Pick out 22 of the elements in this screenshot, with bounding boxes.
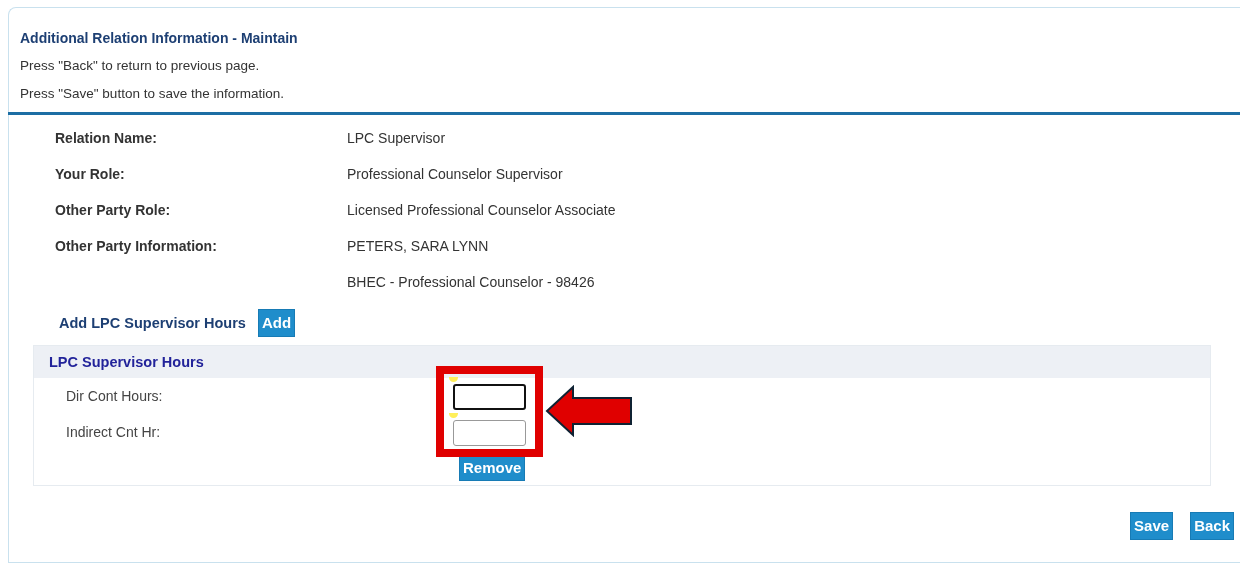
field-value: BHEC - Professional Counselor - 98426 (347, 274, 596, 292)
section-title: LPC Supervisor Hours (49, 354, 204, 370)
section-label: Add LPC Supervisor Hours (59, 315, 246, 331)
field-label: Relation Name: (55, 130, 158, 148)
field-label: Other Party Role: (55, 202, 172, 220)
field-label: Other Party Information: (55, 238, 218, 256)
field-value: Licensed Professional Counselor Associate (347, 202, 617, 220)
field-label: Indirect Cnt Hr: (66, 424, 162, 442)
instruction-text: Press "Back" to return to previous page. (20, 58, 261, 75)
remove-button[interactable]: Remove (459, 455, 526, 481)
field-value: Professional Counselor Supervisor (347, 166, 564, 184)
add-button[interactable]: Add (257, 309, 296, 337)
input-field[interactable] (453, 420, 526, 446)
action-button[interactable]: Save (1130, 512, 1174, 540)
field-label: Dir Cont Hours: (66, 388, 164, 406)
action-button[interactable]: Back (1190, 512, 1234, 540)
instruction-text: Press "Save" button to save the information. (20, 86, 285, 103)
page-title: Additional Relation Information - Maintain (20, 30, 299, 48)
field-value: LPC Supervisor (347, 130, 447, 148)
field-label: Your Role: (55, 166, 126, 184)
field-value: PETERS, SARA LYNN (347, 238, 490, 256)
input-field[interactable] (453, 384, 526, 410)
